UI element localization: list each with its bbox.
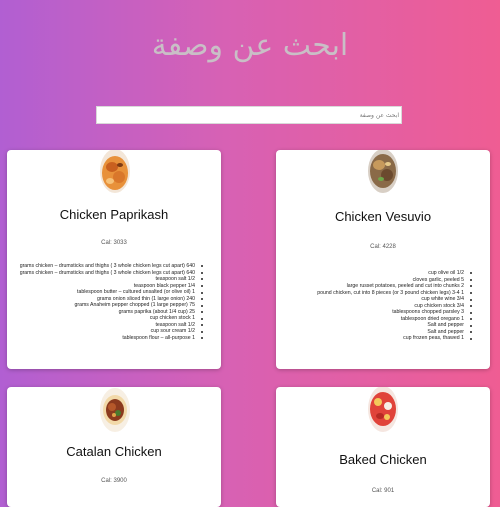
- recipe-card: Chicken Paprikash Cal: 3033 grams chicke…: [7, 150, 221, 369]
- recipe-title: Catalan Chicken: [66, 444, 162, 459]
- chicken-paprikash-photo: [100, 150, 130, 193]
- recipe-title: Baked Chicken: [339, 452, 427, 467]
- recipe-calories: Cal: 3900: [101, 478, 127, 484]
- recipe-card: Chicken Vesuvio Cal: 4228 cup olive oil …: [276, 150, 490, 369]
- recipe-title: Chicken Vesuvio: [334, 209, 432, 224]
- ingredient-item: cup frozen peas, thawed 1: [317, 335, 472, 342]
- recipe-card: Baked Chicken Cal: 901: [276, 387, 490, 507]
- search-input[interactable]: [96, 106, 402, 124]
- catalan-chicken-photo: [100, 388, 130, 432]
- chicken-vesuvio-photo: [368, 150, 398, 193]
- page-title: ابحث عن وصفة: [151, 28, 349, 63]
- ingredient-list: grams chicken – drumsticks and thighs ( …: [20, 263, 204, 342]
- recipe-calories: Cal: 3033: [101, 240, 127, 246]
- recipe-calories: Cal: 901: [371, 488, 395, 494]
- recipe-title: Chicken Paprikash: [59, 207, 169, 222]
- ingredient-list: cup olive oil 1/2 cloves garlic, peeled …: [317, 270, 472, 342]
- recipe-card: Catalan Chicken Cal: 3900: [7, 387, 221, 507]
- recipe-search-page: { "page": { "title": "ابحث عن وصفة", "se…: [0, 0, 500, 507]
- baked-chicken-photo: [368, 387, 398, 432]
- ingredient-item: tablespoon flour – all-purpose 1: [20, 335, 204, 342]
- recipe-calories: Cal: 4228: [370, 244, 396, 250]
